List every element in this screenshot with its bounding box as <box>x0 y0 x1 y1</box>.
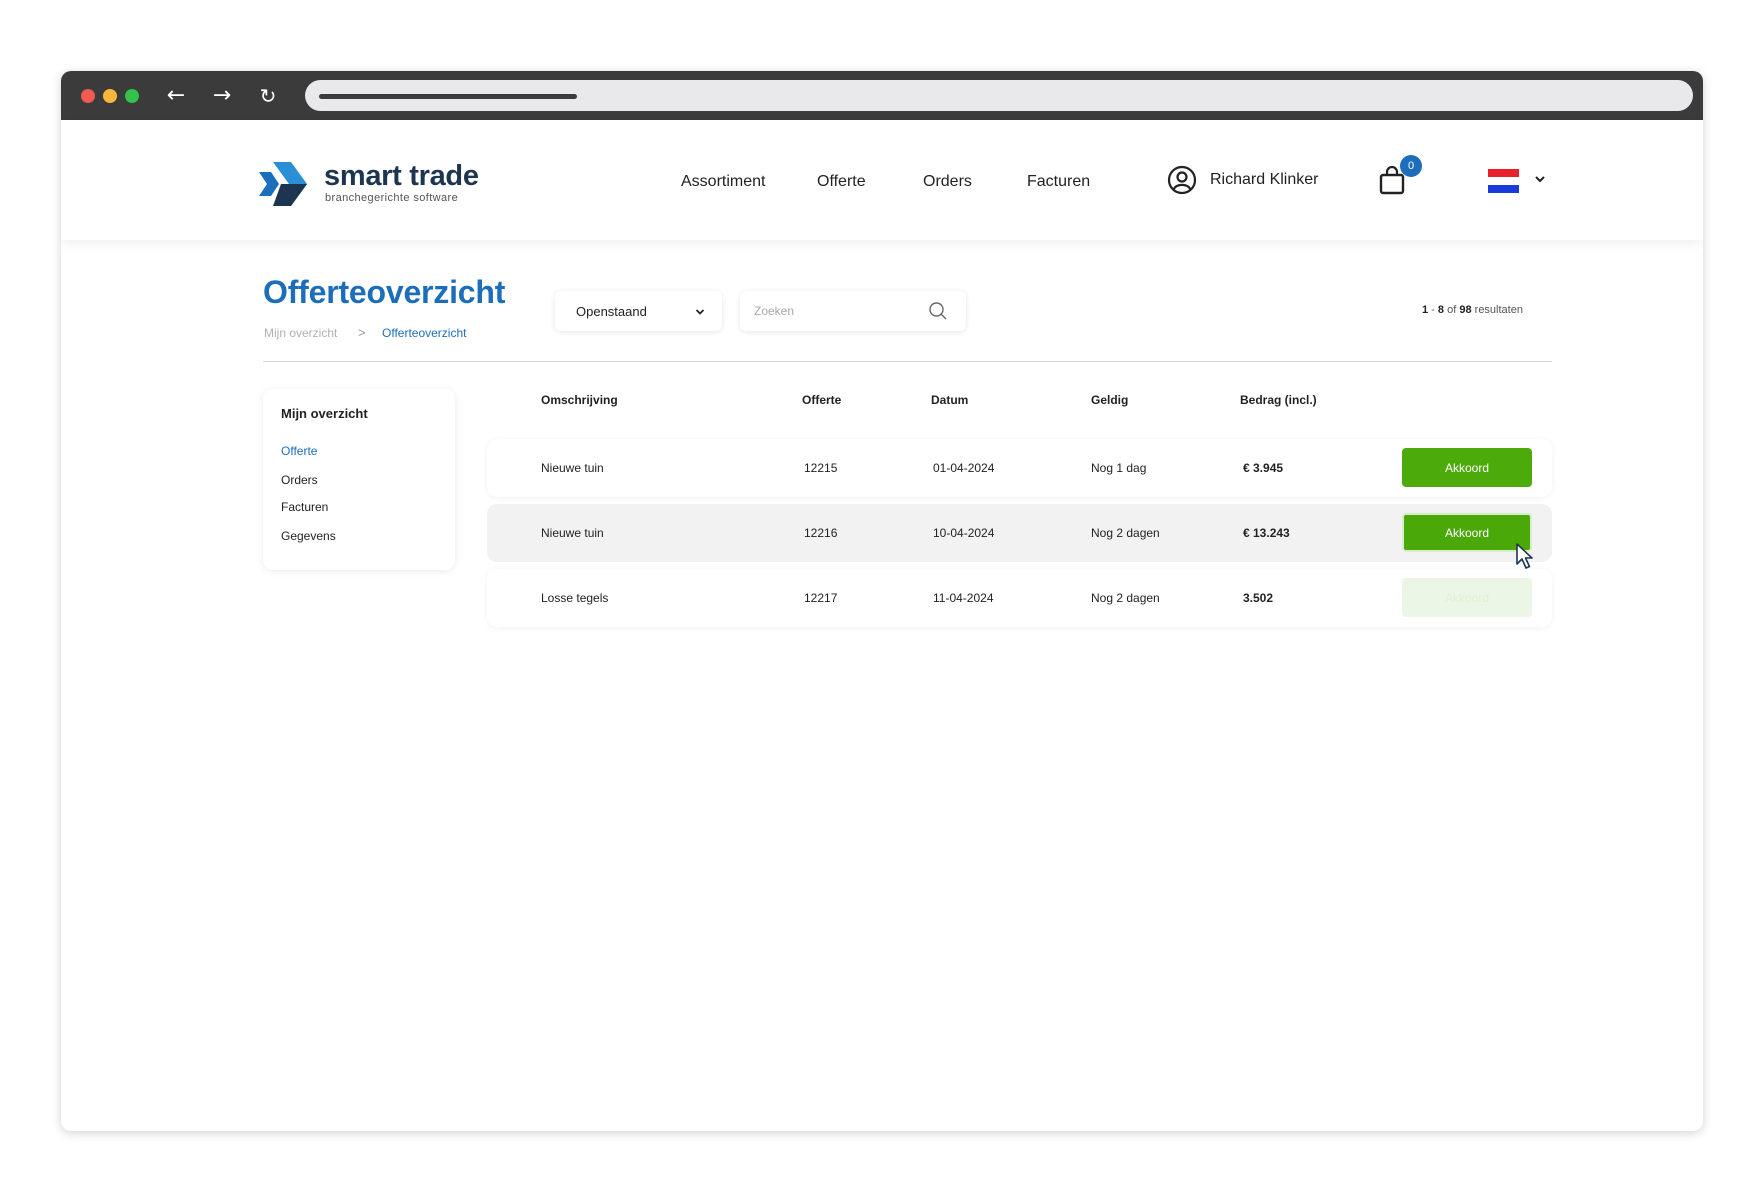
site-header: smart trade branchegerichte software Ass… <box>61 120 1703 240</box>
nav-link-assortiment[interactable]: Assortiment <box>681 173 765 191</box>
cell-bedrag: € 13.243 <box>1243 526 1290 540</box>
user-circle-icon[interactable] <box>1167 165 1197 195</box>
breadcrumb-current: Offerteoverzicht <box>382 326 467 340</box>
cell-offerte: 12215 <box>804 461 838 475</box>
cell-datum: 10-04-2024 <box>933 526 995 540</box>
user-name[interactable]: Richard Klinker <box>1210 171 1318 189</box>
cell-omschrijving: Losse tegels <box>541 591 609 605</box>
maximize-window-button[interactable] <box>125 89 139 103</box>
cell-bedrag: € 3.945 <box>1243 461 1284 475</box>
breadcrumb-home-link[interactable]: Mijn overzicht <box>264 326 337 340</box>
brand-tagline: branchegerichte software <box>325 192 459 204</box>
mouse-pointer-icon <box>1516 543 1533 569</box>
column-header-omschrijving: Omschrijving <box>541 393 618 407</box>
cell-offerte: 12217 <box>804 591 838 605</box>
status-filter-dropdown[interactable]: Openstaand <box>555 291 722 331</box>
cell-geldig: Nog 2 dagen <box>1091 591 1160 605</box>
table-row[interactable]: Losse tegels 12217 11-04-2024 Nog 2 dage… <box>487 569 1552 627</box>
chevron-down-icon[interactable] <box>1533 172 1547 186</box>
cell-geldig: Nog 2 dagen <box>1091 526 1160 540</box>
nav-link-facturen[interactable]: Facturen <box>1027 173 1090 191</box>
cell-omschrijving: Nieuwe tuin <box>541 461 604 475</box>
search-box <box>740 291 966 331</box>
back-arrow-icon[interactable]: ← <box>161 81 191 111</box>
url-placeholder-line <box>319 94 577 99</box>
search-input[interactable] <box>754 291 924 331</box>
table-row[interactable]: Nieuwe tuin 12216 10-04-2024 Nog 2 dagen… <box>487 504 1552 562</box>
sidebar-item-gegevens[interactable]: Gegevens <box>281 529 336 543</box>
cart-count-badge: 0 <box>1400 155 1422 177</box>
cell-omschrijving: Nieuwe tuin <box>541 526 604 540</box>
column-header-datum: Datum <box>931 393 969 407</box>
cell-geldig: Nog 1 dag <box>1091 461 1147 475</box>
forward-arrow-icon[interactable]: → <box>207 81 237 111</box>
minimize-window-button[interactable] <box>103 89 117 103</box>
akkoord-button-disabled: Akkoord <box>1402 578 1532 617</box>
akkoord-button[interactable]: Akkoord <box>1402 513 1532 552</box>
status-filter-value: Openstaand <box>576 304 647 319</box>
close-window-button[interactable] <box>81 89 95 103</box>
page-title: Offerteoverzicht <box>263 274 506 310</box>
results-count: 1 - 8 of 98 resultaten <box>1422 304 1523 316</box>
sidebar-item-offerte[interactable]: Offerte <box>281 444 317 458</box>
breadcrumb-separator: > <box>358 325 366 340</box>
sidebar-item-orders[interactable]: Orders <box>281 473 318 487</box>
search-icon[interactable] <box>928 301 948 321</box>
nav-link-orders[interactable]: Orders <box>923 173 972 191</box>
cell-offerte: 12216 <box>804 526 838 540</box>
address-bar[interactable] <box>305 80 1693 111</box>
browser-toolbar: ← → ↻ <box>61 71 1703 120</box>
netherlands-flag-icon[interactable] <box>1488 169 1519 193</box>
cell-datum: 11-04-2024 <box>933 591 994 605</box>
nav-link-offerte[interactable]: Offerte <box>817 173 866 191</box>
sidebar: Mijn overzicht Offerte Orders Facturen G… <box>263 389 455 570</box>
akkoord-button[interactable]: Akkoord <box>1402 448 1532 487</box>
sidebar-title: Mijn overzicht <box>281 406 368 421</box>
table-row[interactable]: Nieuwe tuin 12215 01-04-2024 Nog 1 dag €… <box>487 439 1552 497</box>
brand-name[interactable]: smart trade <box>324 161 479 191</box>
browser-window: ← → ↻ smart trade branchegerichte softwa… <box>61 71 1703 1131</box>
header-divider <box>263 361 1552 362</box>
column-header-bedrag: Bedrag (incl.) <box>1240 393 1317 407</box>
column-header-offerte: Offerte <box>802 393 842 407</box>
sidebar-item-facturen[interactable]: Facturen <box>281 500 328 514</box>
smart-trade-logo-icon[interactable] <box>259 162 311 206</box>
cell-datum: 01-04-2024 <box>933 461 995 475</box>
chevron-down-icon <box>695 309 705 315</box>
reload-icon[interactable]: ↻ <box>253 81 283 111</box>
column-header-geldig: Geldig <box>1091 393 1129 407</box>
cell-bedrag: 3.502 <box>1243 591 1274 605</box>
